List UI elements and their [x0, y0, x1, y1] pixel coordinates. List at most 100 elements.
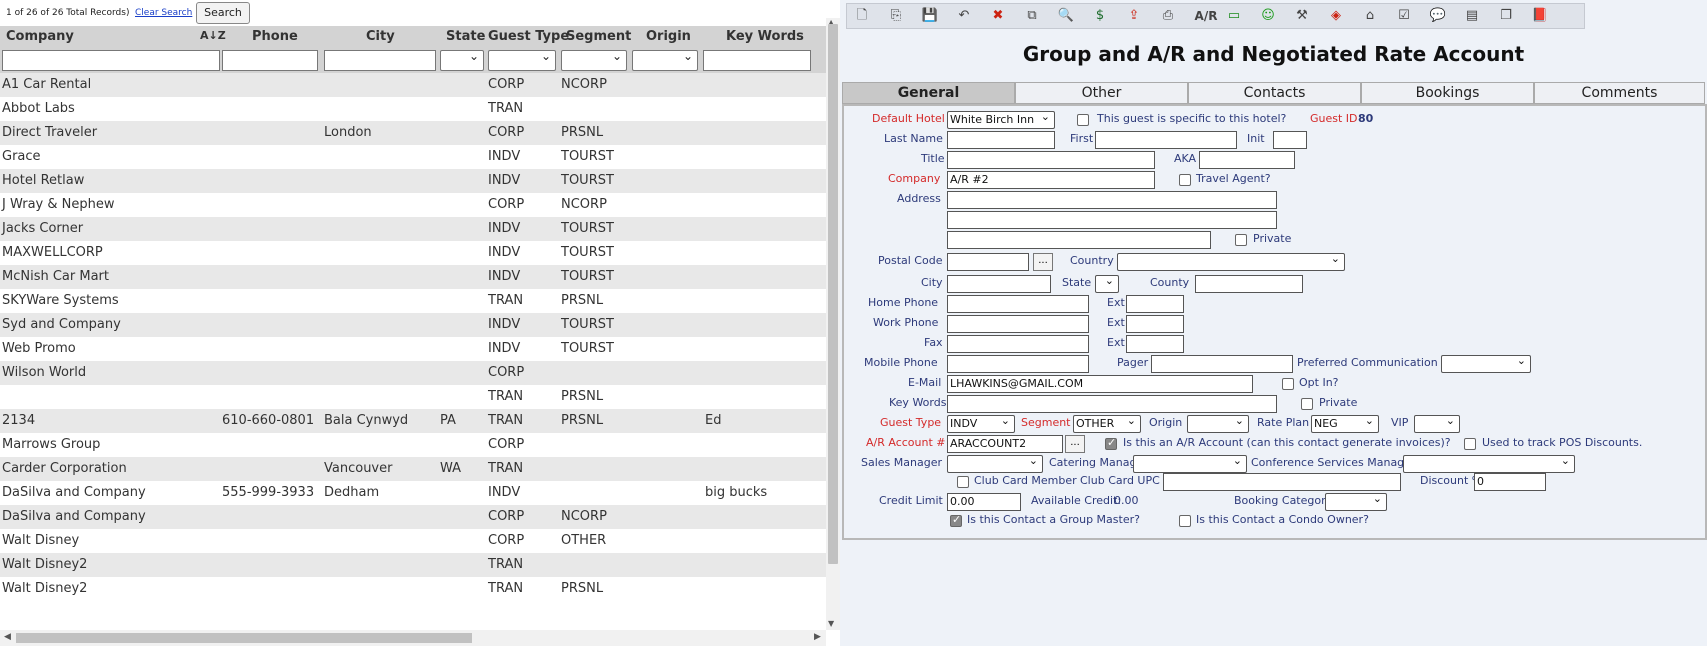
find-icon[interactable]: 🔍 [1057, 7, 1075, 25]
filter-segment-select[interactable] [561, 49, 627, 71]
chat-icon[interactable]: 💬 [1429, 7, 1447, 25]
is-ar-account-checkbox[interactable] [1105, 436, 1117, 450]
guest-type-select[interactable]: INDV [947, 413, 1015, 433]
table-row[interactable]: DaSilva and Company 555-999-3933 Dedham IND… [0, 481, 826, 505]
pager-input[interactable] [1151, 355, 1293, 373]
col-phone[interactable]: Phone [252, 29, 298, 44]
scroll-right-icon[interactable]: ▶ [814, 632, 821, 642]
col-company[interactable]: Company [6, 29, 74, 44]
catering-manager-select[interactable] [1133, 453, 1247, 473]
table-row[interactable]: Carder Corporation Vancouver WA TRAN [0, 457, 826, 481]
club-card-upc-input[interactable] [1163, 473, 1401, 491]
address-line2-input[interactable] [947, 211, 1277, 229]
filter-company-input[interactable] [2, 50, 220, 71]
table-row[interactable]: Marrows Group CORP [0, 433, 826, 457]
vertical-scrollbar[interactable]: ▲ ▼ [826, 18, 840, 630]
tag-icon[interactable]: ◈ [1327, 7, 1345, 25]
table-row[interactable]: Abbot Labs TRAN [0, 97, 826, 121]
postal-code-input[interactable] [947, 253, 1029, 271]
new-icon[interactable]: 🗋 [853, 7, 871, 25]
table-row[interactable]: DaSilva and Company CORP NCORP [0, 505, 826, 529]
vip-select[interactable] [1414, 413, 1460, 433]
filter-state-select[interactable] [440, 49, 484, 71]
smile-icon[interactable]: ☺ [1259, 7, 1277, 25]
origin-select[interactable] [1187, 413, 1249, 433]
fax-ext-input[interactable] [1126, 335, 1184, 353]
table-row[interactable]: Walt Disney2 TRAN PRSNL [0, 577, 826, 601]
table-row[interactable]: McNish Car Mart INDV TOURST [0, 265, 826, 289]
city-input[interactable] [947, 275, 1051, 293]
home-ext-input[interactable] [1126, 295, 1184, 313]
work-phone-input[interactable] [947, 315, 1089, 333]
last-name-input[interactable] [947, 131, 1055, 149]
undo-icon[interactable]: ↶ [955, 7, 973, 25]
print-icon[interactable]: ⎙ [1159, 7, 1177, 25]
address-line3-input[interactable] [947, 231, 1211, 249]
filter-city-input[interactable] [324, 50, 436, 71]
conference-manager-select[interactable] [1403, 453, 1575, 473]
county-input[interactable] [1195, 275, 1303, 293]
state-select[interactable] [1095, 273, 1119, 293]
delete-icon[interactable]: ✖ [989, 7, 1007, 25]
table-row[interactable]: Jacks Corner INDV TOURST [0, 217, 826, 241]
tab-contacts[interactable]: Contacts [1188, 82, 1361, 104]
country-select[interactable] [1117, 251, 1345, 271]
col-state[interactable]: State [446, 29, 485, 44]
filter-guest-type-select[interactable] [488, 49, 556, 71]
preferred-communication-select[interactable] [1441, 353, 1531, 373]
first-name-input[interactable] [1095, 131, 1237, 149]
clear-search-link[interactable]: Clear Search [135, 8, 192, 18]
postal-lookup-button[interactable]: ... [1033, 253, 1053, 271]
opt-in-checkbox[interactable] [1282, 378, 1294, 390]
table-row[interactable]: Direct Traveler London CORP PRSNL [0, 121, 826, 145]
house-icon[interactable]: ⌂ [1361, 7, 1379, 25]
table-row[interactable]: Hotel Retlaw INDV TOURST [0, 169, 826, 193]
address-private-checkbox[interactable] [1235, 234, 1247, 246]
col-key-words[interactable]: Key Words [726, 29, 804, 44]
fax-input[interactable] [947, 335, 1089, 353]
tab-general[interactable]: General [842, 82, 1015, 104]
tab-comments[interactable]: Comments [1534, 82, 1705, 104]
horizontal-scrollbar[interactable]: ◀ ▶ [0, 630, 826, 646]
club-card-member-checkbox[interactable] [957, 476, 969, 488]
col-origin[interactable]: Origin [646, 29, 691, 44]
cash-icon[interactable]: ▭ [1225, 7, 1243, 25]
col-guest-type[interactable]: Guest Type [488, 29, 569, 44]
merge-icon[interactable]: ⧉ [1023, 7, 1041, 25]
credit-limit-input[interactable]: 0.00 [947, 493, 1021, 511]
ar-icon[interactable]: A/R [1193, 7, 1219, 25]
filter-phone-input[interactable] [222, 50, 318, 71]
table-row[interactable]: Grace INDV TOURST [0, 145, 826, 169]
sales-manager-select[interactable] [947, 453, 1043, 473]
title-input[interactable] [947, 151, 1155, 169]
discount-input[interactable]: 0 [1474, 473, 1546, 491]
init-input[interactable] [1273, 131, 1307, 149]
company-input[interactable]: A/R #2 [947, 171, 1155, 189]
table-row[interactable]: MAXWELLCORP INDV TOURST [0, 241, 826, 265]
copy-doc-icon[interactable]: ❐ [1497, 7, 1515, 25]
table-row[interactable]: 2134 610-660-0801 Bala Cynwyd PA TRAN PRSNL Ed [0, 409, 826, 433]
save-icon[interactable]: 💾 [921, 7, 939, 25]
document-icon[interactable]: ▤ [1463, 7, 1481, 25]
scroll-left-icon[interactable]: ◀ [4, 632, 11, 642]
ar-account-lookup-button[interactable]: ... [1065, 435, 1085, 453]
address-line1-input[interactable] [947, 191, 1277, 209]
export-icon[interactable]: ⇪ [1125, 7, 1143, 25]
table-row[interactable]: A1 Car Rental CORP NCORP [0, 73, 826, 97]
scroll-thumb[interactable] [828, 24, 838, 564]
default-hotel-select[interactable]: White Birch Inn [947, 109, 1055, 129]
tab-bookings[interactable]: Bookings [1361, 82, 1534, 104]
travel-agent-checkbox[interactable] [1179, 174, 1191, 186]
email-input[interactable]: LHAWKINS@GMAIL.COM [947, 375, 1253, 393]
mobile-phone-input[interactable] [947, 355, 1089, 373]
booking-category-select[interactable] [1325, 491, 1387, 511]
table-row[interactable]: Wilson World CORP [0, 361, 826, 385]
tab-other[interactable]: Other [1015, 82, 1188, 104]
home-phone-input[interactable] [947, 295, 1089, 313]
condo-owner-checkbox[interactable] [1179, 515, 1191, 527]
h-scroll-thumb[interactable] [16, 633, 472, 643]
table-row[interactable]: SKYWare Systems TRAN PRSNL [0, 289, 826, 313]
scroll-down-icon[interactable]: ▼ [828, 619, 834, 628]
filter-key-words-input[interactable] [703, 50, 811, 71]
table-row[interactable]: Walt Disney CORP OTHER [0, 529, 826, 553]
